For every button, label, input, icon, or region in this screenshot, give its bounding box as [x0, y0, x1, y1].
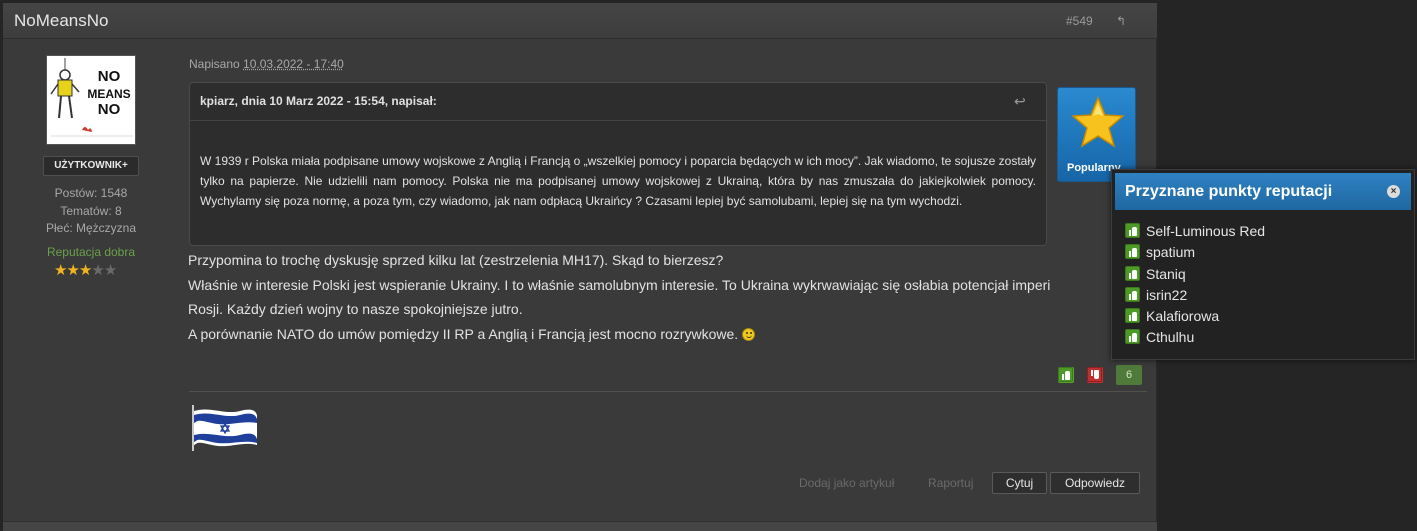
topic-count: Tematów: 8 [60, 204, 122, 218]
reputation-giver-name[interactable]: Self-Luminous Red [1146, 223, 1265, 239]
reputation-giver-item[interactable]: Self-Luminous Red [1125, 223, 1265, 244]
avatar-text-1: NO [98, 68, 121, 85]
reply-button[interactable]: Odpowiedz [1050, 472, 1140, 494]
reputation-giver-list: Self-Luminous Red spatium Staniq isrin22 Kal… [1125, 223, 1265, 351]
reputation-count[interactable]: 6 [1116, 365, 1142, 385]
quote-jump-icon[interactable]: ↩ [1014, 93, 1026, 110]
star-empty-icon: ★ [103, 262, 117, 279]
post-line: Właśnie w interesie Polski jest wspieran… [188, 276, 1051, 293]
posted-date[interactable]: 10.03.2022 - 17:40 [243, 57, 344, 71]
next-post-header [3, 521, 1157, 531]
thumbs-up-icon [1125, 244, 1140, 260]
quote-block: kpiarz, dnia 10 Marz 2022 - 15:54, napis… [189, 82, 1047, 246]
thumbs-up-icon [1125, 308, 1140, 324]
close-icon[interactable]: × [1387, 185, 1400, 198]
reputation-label: Reputacja dobra [46, 245, 136, 259]
thumbs-up-icon [1125, 286, 1140, 302]
star-filled-icon: ★ [54, 262, 67, 279]
quote-text: W 1939 r Polska miała podpisane umowy wo… [200, 154, 1036, 208]
popup-header: Przyznane punkty reputacji × [1115, 173, 1411, 210]
post-count: Postów: 1548 [54, 186, 128, 200]
author-name[interactable]: NoMeansNo [14, 11, 109, 31]
posted-prefix: Napisano [189, 57, 240, 71]
thumbs-down-icon [1087, 367, 1102, 382]
post-line: Rosji. Każdy dzień wojny to nasze spokoj… [188, 301, 523, 317]
thumbs-up-button[interactable] [1058, 367, 1074, 383]
avatar[interactable]: NO MEANS NO [46, 55, 136, 145]
avatar-text-3: NO [98, 101, 121, 118]
post-body: Przypomina to trochę dyskusję sprzed kil… [188, 248, 1118, 346]
thumbs-up-icon [1125, 223, 1140, 238]
quote-header: kpiarz, dnia 10 Marz 2022 - 15:54, napis… [190, 83, 1046, 121]
reputation-giver-item[interactable]: isrin22 [1125, 286, 1265, 308]
thumbs-up-icon [1125, 329, 1140, 345]
post-number-link[interactable]: #549 [1066, 14, 1093, 28]
reputation-giver-item[interactable]: Staniq [1125, 265, 1265, 287]
reputation-giver-name[interactable]: Staniq [1146, 266, 1186, 282]
thumbs-down-button[interactable] [1087, 367, 1103, 383]
posted-line: Napisano 10.03.2022 - 17:40 [189, 57, 344, 71]
thumbs-up-icon [1125, 265, 1140, 281]
reputation-giver-name[interactable]: Kalafiorowa [1146, 308, 1219, 324]
forum-post: NoMeansNo #549 ↰ NO MEANS NO UŻYTKOWNIK+ [3, 3, 1157, 531]
post-line-last: A porównanie NATO do umów pomiędzy II RP… [188, 322, 1118, 347]
reputation-giver-item[interactable]: spatium [1125, 244, 1265, 265]
reputation-giver-name[interactable]: spatium [1146, 244, 1195, 260]
popup-title: Przyznane punkty reputacji [1125, 183, 1333, 200]
signature-divider [189, 391, 1147, 392]
israel-flag-image [192, 405, 257, 451]
quote-citation: kpiarz, dnia 10 Marz 2022 - 15:54, napis… [200, 94, 437, 108]
thumbs-up-icon [1058, 367, 1073, 382]
avatar-image: NO MEANS NO [47, 56, 135, 144]
reputation-giver-item[interactable]: Cthulhu [1125, 329, 1265, 350]
reputation-giver-item[interactable]: Kalafiorowa [1125, 308, 1265, 329]
quote-button[interactable]: Cytuj [992, 472, 1047, 494]
share-icon[interactable]: ↰ [1116, 14, 1126, 28]
report-link[interactable]: Raportuj [928, 476, 973, 490]
popular-badge: Popularny [1057, 87, 1136, 182]
star-filled-icon: ★ [66, 262, 79, 279]
avatar-text-2: MEANS [87, 87, 130, 101]
post-line: Przypomina to trochę dyskusję sprzed kil… [188, 252, 724, 268]
smiley-icon [742, 327, 756, 341]
star-icon [1071, 96, 1125, 148]
reputation-stars: ★★★★★ [54, 261, 117, 279]
reputation-giver-name[interactable]: isrin22 [1146, 287, 1187, 303]
reputation-giver-name[interactable]: Cthulhu [1146, 329, 1194, 345]
add-as-article-link[interactable]: Dodaj jako artykuł [799, 476, 894, 490]
post-header: NoMeansNo #549 ↰ [3, 3, 1157, 39]
star-filled-icon: ★ [78, 262, 92, 279]
star-empty-icon: ★ [91, 262, 104, 279]
reputation-popup: Przyznane punkty reputacji × Self-Lumino… [1111, 169, 1415, 360]
post-line: A porównanie NATO do umów pomiędzy II RP… [188, 325, 739, 342]
user-group-badge: UŻYTKOWNIK+ [43, 156, 139, 176]
gender: Płeć: Mężczyzna [45, 221, 137, 235]
